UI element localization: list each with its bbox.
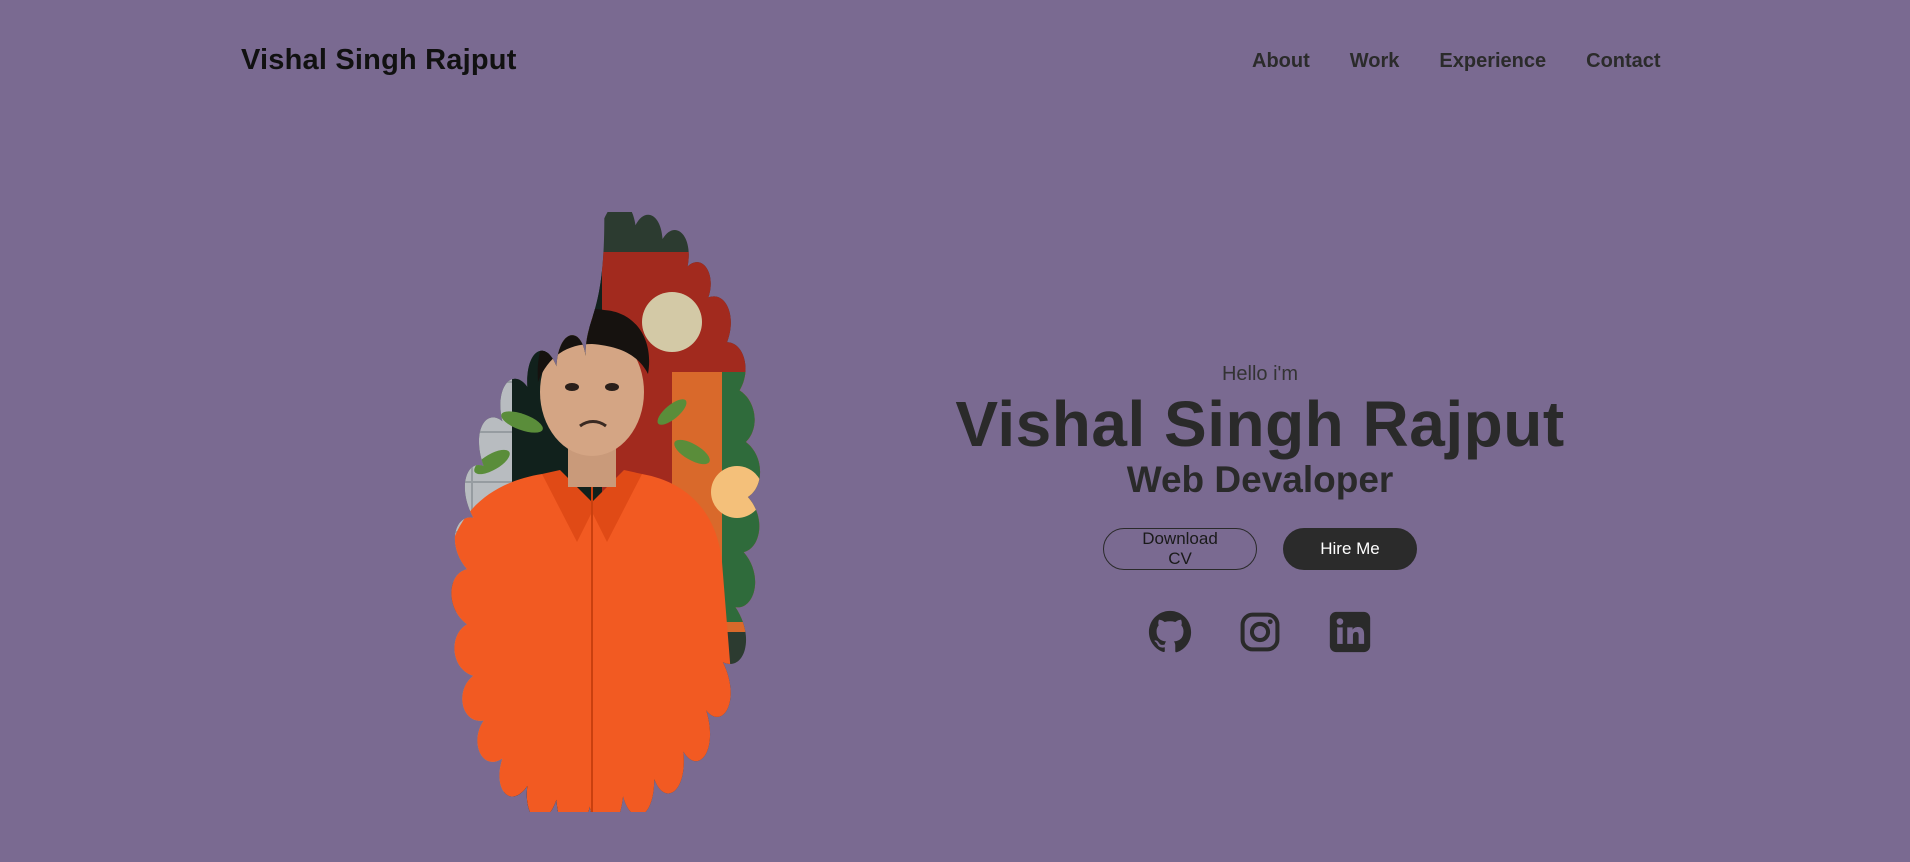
portfolio-page: Vishal Singh Rajput About Work Experienc… bbox=[0, 0, 1910, 862]
hero-name: Vishal Singh Rajput bbox=[955, 388, 1565, 460]
nav-link-work[interactable]: Work bbox=[1350, 50, 1400, 73]
greeting-text: Hello i'm bbox=[1221, 363, 1299, 385]
github-icon[interactable] bbox=[1148, 610, 1192, 654]
hero-buttons: Download CV Hire Me bbox=[940, 528, 1580, 570]
linkedin-icon[interactable] bbox=[1328, 610, 1372, 654]
main-nav: About Work Experience Contact bbox=[1252, 50, 1661, 73]
profile-photo bbox=[342, 212, 858, 812]
nav-link-about[interactable]: About bbox=[1252, 50, 1310, 73]
download-cv-button[interactable]: Download CV bbox=[1103, 528, 1257, 570]
social-links bbox=[940, 610, 1580, 654]
hero-role: Web Devaloper bbox=[1126, 459, 1394, 500]
brand-logo[interactable]: Vishal Singh Rajput bbox=[241, 44, 517, 77]
hero-section: Hello i'm Vishal Singh Rajput Web Devalo… bbox=[940, 358, 1580, 654]
hire-me-button[interactable]: Hire Me bbox=[1283, 528, 1417, 570]
nav-link-experience[interactable]: Experience bbox=[1439, 50, 1546, 73]
nav-link-contact[interactable]: Contact bbox=[1586, 50, 1660, 73]
instagram-icon[interactable] bbox=[1238, 610, 1282, 654]
